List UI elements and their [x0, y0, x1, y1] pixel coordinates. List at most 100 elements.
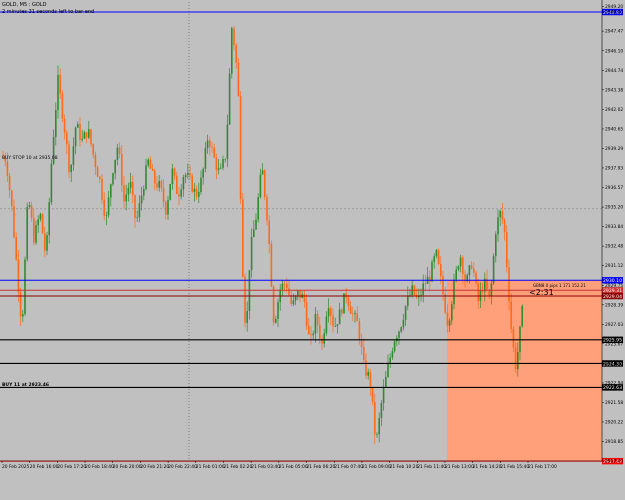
bull-candle	[495, 234, 497, 257]
bull-candle	[198, 192, 200, 197]
bull-candle	[380, 403, 383, 419]
time-tick-label: 21 Feb 17:00	[528, 464, 557, 470]
bear-candle	[510, 301, 512, 329]
time-tick-label: 21 Feb 06:20	[307, 464, 336, 470]
bull-candle	[338, 309, 341, 325]
time-tick-label: 21 Feb 09:00	[362, 464, 391, 470]
bear-candle	[310, 334, 312, 336]
bear-candle	[442, 276, 444, 295]
bear-candle	[66, 132, 68, 145]
bear-candle	[121, 154, 123, 186]
bull-candle	[457, 266, 460, 270]
bull-candle	[193, 188, 196, 192]
bull-candle	[378, 418, 380, 435]
bear-candle	[63, 118, 66, 133]
buy-limit-label: BUY 11 at 2923.46	[2, 382, 49, 388]
price-chart[interactable]: 2948.802930.102929.312929.042925.952924.…	[0, 0, 625, 500]
bear-candle	[244, 276, 246, 323]
bull-candle	[228, 73, 231, 125]
bull-candle	[246, 311, 248, 323]
bull-candle	[125, 194, 127, 202]
bear-candle	[286, 283, 288, 289]
bull-candle	[48, 202, 50, 236]
bull-candle	[407, 295, 409, 307]
bear-candle	[266, 197, 268, 221]
bear-candle	[303, 294, 306, 303]
bear-candle	[352, 313, 354, 315]
bear-candle	[330, 308, 332, 316]
bull-candle	[400, 327, 402, 332]
bear-candle	[268, 220, 270, 244]
price-tick-label: 2936.57	[605, 185, 623, 191]
price-tick-label: 2946.10	[605, 48, 623, 54]
bear-candle	[68, 144, 70, 173]
bear-candle	[195, 188, 198, 197]
bull-candle	[497, 217, 499, 235]
bull-candle	[323, 333, 325, 344]
bear-candle	[103, 199, 105, 216]
bear-candle	[477, 282, 479, 301]
price-tick-label: 2928.39	[605, 302, 623, 308]
bull-candle	[261, 170, 264, 175]
bear-candle	[444, 294, 446, 313]
bear-candle	[514, 347, 517, 370]
bear-candle	[503, 219, 506, 233]
bull-candle	[217, 168, 220, 170]
bear-candle	[235, 45, 237, 63]
time-tick-label: 21 Feb 14:20	[473, 464, 502, 470]
bear-candle	[160, 181, 163, 189]
bull-candle	[259, 174, 262, 198]
bull-candle	[277, 301, 279, 319]
bull-candle	[147, 159, 149, 166]
bear-candle	[8, 175, 11, 191]
bull-candle	[140, 195, 143, 204]
bear-candle	[288, 288, 290, 296]
bull-candle	[55, 110, 57, 137]
chart-window[interactable]: 2948.80 2930.10 2929.31 2929.04 2925.95 2924.…	[0, 0, 625, 500]
bear-candle	[178, 194, 180, 197]
bear-candle	[347, 297, 350, 307]
time-tick-label: 21 Feb 05:00	[279, 464, 308, 470]
bull-candle	[314, 313, 317, 334]
time-tick-label: 21 Feb 01:00	[196, 464, 225, 470]
bull-candle	[81, 138, 83, 140]
price-tick-label: 2940.65	[605, 127, 623, 133]
bull-candle	[127, 187, 130, 195]
bull-candle	[77, 123, 79, 128]
bear-candle	[242, 199, 244, 277]
bull-candle	[312, 333, 314, 336]
bear-candle	[371, 386, 374, 403]
bull-candle	[490, 283, 493, 296]
price-tick-label: 2922.94	[605, 381, 623, 387]
time-tick-label: 21 Feb 02:20	[223, 464, 252, 470]
bull-candle	[336, 324, 339, 327]
bull-candle	[107, 197, 110, 216]
bear-candle	[101, 178, 103, 200]
bull-candle	[70, 164, 72, 173]
bull-candle	[521, 306, 523, 327]
price-tick-label: 2917.49	[605, 459, 623, 465]
bull-candle	[255, 219, 257, 230]
price-tick-label: 2948.80	[605, 10, 623, 16]
price-tick-label: 2949.20	[605, 4, 623, 10]
price-tick-label: 2939.29	[605, 146, 623, 152]
time-tick-label: 20 Feb 18:40	[85, 464, 114, 470]
time-tick-label: 20 Feb 17:20	[57, 464, 86, 470]
target-zone	[447, 280, 602, 461]
bear-candle	[475, 272, 477, 283]
bar-countdown: <2:31	[529, 288, 554, 297]
bull-candle	[114, 159, 116, 174]
bear-candle	[272, 286, 275, 323]
bull-candle	[382, 387, 385, 404]
price-tick-label: 2931.12	[605, 263, 623, 269]
bull-candle	[182, 176, 185, 190]
bear-candle	[85, 132, 88, 138]
price-tick-label: 2929.75	[605, 283, 623, 289]
bear-candle	[345, 293, 347, 298]
price-tick-label: 2937.93	[605, 166, 623, 172]
bull-candle	[50, 163, 53, 203]
bull-candle	[39, 213, 42, 220]
bull-candle	[206, 140, 209, 149]
price-tick-label: 2947.47	[605, 29, 623, 35]
bull-candle	[327, 308, 330, 317]
